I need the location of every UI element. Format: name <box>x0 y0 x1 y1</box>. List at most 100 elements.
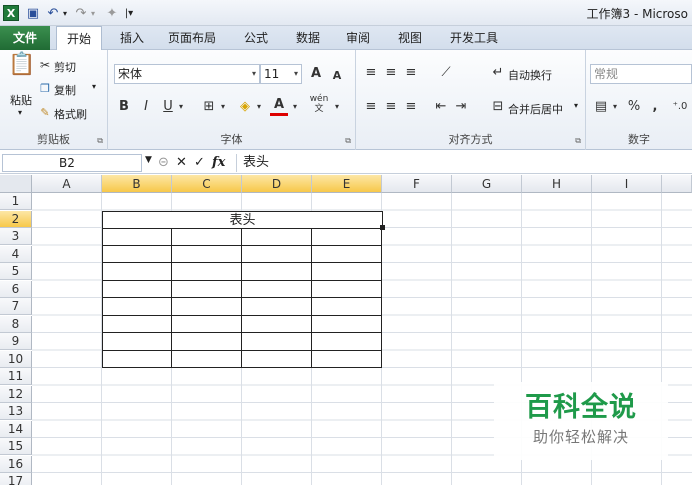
paste-icon[interactable]: 📋 <box>8 54 35 84</box>
name-box-dropdown-icon[interactable]: ▼ <box>145 155 152 165</box>
cut-icon[interactable]: ✂ <box>38 56 52 74</box>
table-cell-b7[interactable] <box>102 298 172 316</box>
table-cell-e7[interactable] <box>312 298 382 316</box>
row-header-7[interactable]: 7 <box>0 298 32 315</box>
table-cell-b3[interactable] <box>102 228 172 246</box>
row-header-15[interactable]: 15 <box>0 438 32 455</box>
enter-icon[interactable]: ✓ <box>194 154 205 172</box>
number-format-dropdown[interactable]: 常规 <box>590 64 692 84</box>
table-cell-b6[interactable] <box>102 280 172 298</box>
tab-data[interactable]: 数据 <box>288 26 328 50</box>
excel-logo-icon[interactable]: X <box>3 5 19 21</box>
column-header-h[interactable]: H <box>522 175 592 193</box>
column-header-f[interactable]: F <box>382 175 452 193</box>
clipboard-launcher-icon[interactable]: ⧉ <box>97 136 103 146</box>
insert-function-button[interactable]: fx <box>212 154 225 172</box>
phonetic-dropdown-icon[interactable]: ▾ <box>332 98 342 116</box>
border-dropdown-icon[interactable]: ▾ <box>218 98 228 116</box>
merge-center-icon[interactable]: ⊟ <box>490 98 506 116</box>
table-cell-e8[interactable] <box>312 315 382 333</box>
table-cell-e10[interactable] <box>312 350 382 368</box>
align-right-icon[interactable]: ≡ <box>402 98 420 116</box>
align-center-icon[interactable]: ≡ <box>382 98 400 116</box>
fill-handle[interactable] <box>380 225 385 230</box>
table-cell-c6[interactable] <box>172 280 242 298</box>
merge-center-button[interactable]: 合并后居中 <box>508 101 563 117</box>
column-header-a[interactable]: A <box>32 175 102 193</box>
table-cell-d6[interactable] <box>242 280 312 298</box>
tab-home[interactable]: 开始 <box>56 26 102 51</box>
paste-dropdown-icon[interactable]: ▾ <box>18 108 22 117</box>
merge-dropdown-icon[interactable]: ▾ <box>574 101 578 110</box>
shrink-font-icon[interactable]: A <box>328 67 346 85</box>
table-cell-b5[interactable] <box>102 263 172 281</box>
table-cell-c8[interactable] <box>172 315 242 333</box>
currency-icon[interactable]: ▤ <box>592 98 610 116</box>
table-cell-c4[interactable] <box>172 245 242 263</box>
copy-button[interactable]: 复制 <box>54 82 76 98</box>
tab-file[interactable]: 文件 <box>0 26 50 50</box>
table-cell-b8[interactable] <box>102 315 172 333</box>
paste-button[interactable]: 粘贴 <box>10 92 32 108</box>
phonetic-icon[interactable]: wén 文 <box>308 94 330 114</box>
tab-page-layout[interactable]: 页面布局 <box>160 26 224 50</box>
row-header-11[interactable]: 11 <box>0 368 32 385</box>
table-cell-e9[interactable] <box>312 333 382 351</box>
macro-icon[interactable]: ✦ <box>102 4 122 22</box>
row-header-12[interactable]: 12 <box>0 385 32 403</box>
column-header-d[interactable]: D <box>242 175 312 193</box>
row-header-13[interactable]: 13 <box>0 403 32 420</box>
decrease-indent-icon[interactable]: ⇤ <box>432 98 450 116</box>
italic-button[interactable]: I <box>138 98 154 116</box>
column-header-partial[interactable] <box>662 175 692 193</box>
redo-dropdown-icon[interactable]: ▾ <box>88 4 98 22</box>
column-header-e[interactable]: E <box>312 175 382 193</box>
table-cell-b9[interactable] <box>102 333 172 351</box>
tab-formulas[interactable]: 公式 <box>236 26 276 50</box>
copy-icon[interactable]: ❐ <box>38 80 52 98</box>
customize-toolbar-icon[interactable]: |▾ <box>122 4 136 22</box>
row-header-3[interactable]: 3 <box>0 228 32 245</box>
tab-view[interactable]: 视图 <box>390 26 430 50</box>
increase-decimal-icon[interactable]: ⁺.0 <box>670 98 690 116</box>
bold-button[interactable]: B <box>116 98 132 116</box>
table-cell-c10[interactable] <box>172 350 242 368</box>
cancel-icon[interactable]: ✕ <box>176 154 187 172</box>
table-cell-c7[interactable] <box>172 298 242 316</box>
row-header-17[interactable]: 17 <box>0 473 32 485</box>
format-painter-icon[interactable]: ✎ <box>38 104 52 122</box>
cut-button[interactable]: 剪切 <box>54 59 76 75</box>
wrap-text-button[interactable]: 自动换行 <box>508 67 552 83</box>
column-header-c[interactable]: C <box>172 175 242 193</box>
row-header-14[interactable]: 14 <box>0 420 32 438</box>
increase-indent-icon[interactable]: ⇥ <box>452 98 470 116</box>
row-header-1[interactable]: 1 <box>0 193 32 210</box>
table-cell-c3[interactable] <box>172 228 242 246</box>
formula-options-icon[interactable]: ⊝ <box>158 154 169 172</box>
row-header-4[interactable]: 4 <box>0 245 32 263</box>
table-cell-e3[interactable] <box>312 228 382 246</box>
comma-button[interactable]: , <box>648 98 662 116</box>
underline-dropdown-icon[interactable]: ▾ <box>176 98 186 116</box>
cell-b2-merged[interactable]: 表头 <box>102 210 383 229</box>
tab-developer[interactable]: 开发工具 <box>442 26 506 50</box>
undo-dropdown-icon[interactable]: ▾ <box>60 4 70 22</box>
percent-button[interactable]: % <box>626 98 642 116</box>
tab-review[interactable]: 审阅 <box>338 26 378 50</box>
align-bottom-icon[interactable]: ≡ <box>402 64 420 82</box>
format-painter-button[interactable]: 格式刷 <box>54 106 87 122</box>
formula-input[interactable]: 表头 <box>236 154 692 172</box>
table-cell-d10[interactable] <box>242 350 312 368</box>
copy-dropdown-icon[interactable]: ▾ <box>92 82 96 91</box>
name-box[interactable]: B2 <box>2 154 142 172</box>
table-cell-d9[interactable] <box>242 333 312 351</box>
fill-color-icon[interactable]: ◈ <box>236 98 254 116</box>
row-header-6[interactable]: 6 <box>0 280 32 298</box>
table-cell-d8[interactable] <box>242 315 312 333</box>
align-middle-icon[interactable]: ≡ <box>382 64 400 82</box>
column-header-i[interactable]: I <box>592 175 662 193</box>
row-header-16[interactable]: 16 <box>0 455 32 473</box>
grow-font-icon[interactable]: A <box>306 65 326 83</box>
font-color-dropdown-icon[interactable]: ▾ <box>290 98 300 116</box>
table-cell-e4[interactable] <box>312 245 382 263</box>
